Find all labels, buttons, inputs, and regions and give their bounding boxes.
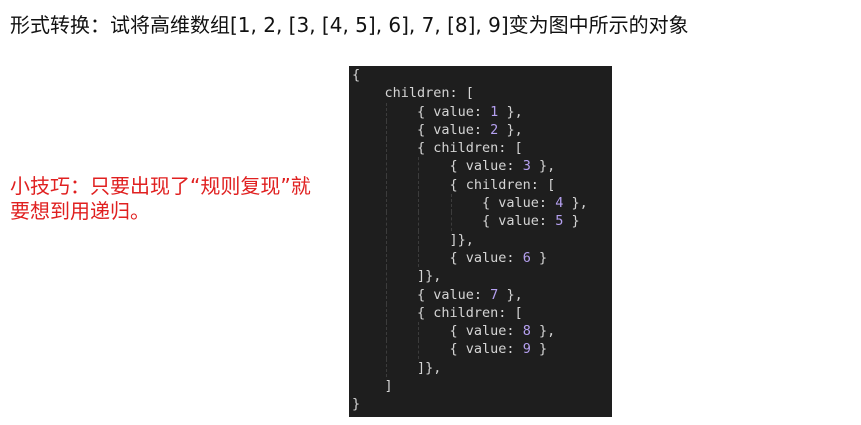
code-token: { value: (352, 103, 491, 120)
code-token: }, (498, 103, 523, 120)
code-screenshot: { children: [ { value: 1 }, { value: 2 }… (349, 66, 612, 417)
code-token: { value: (352, 121, 491, 138)
code-token: { children: [ (352, 304, 523, 321)
code-token: }, (530, 323, 556, 340)
code-line: { value: 1 }, (352, 102, 588, 121)
question-text: 形式转换：试将高维数组[1, 2, [3, [4, 5], 6], 7, [8]… (10, 13, 689, 37)
code-token: }, (530, 158, 556, 175)
code-token: ] (352, 378, 393, 395)
code-line: { value: 7 }, (352, 285, 588, 304)
code-line: ]}, (352, 230, 588, 249)
code-token: { value: (352, 286, 491, 303)
code-token: } (530, 341, 548, 358)
code-block: { children: [ { value: 1 }, { value: 2 }… (352, 66, 588, 414)
code-token: { value: (352, 341, 523, 358)
code-token: ]}, (352, 231, 474, 248)
code-line: { value: 6 } (352, 248, 588, 268)
code-token: { (352, 67, 361, 83)
code-line: { children: [ (352, 175, 588, 195)
code-line: { value: 2 }, (352, 120, 588, 140)
code-line: { (352, 66, 588, 84)
code-line: { value: 9 } (352, 340, 588, 359)
code-number: 6 (522, 249, 531, 266)
code-token: { value: (352, 249, 523, 266)
code-number: 8 (522, 323, 531, 340)
code-token: { value: (352, 195, 556, 212)
code-line: { value: 8 }, (352, 322, 588, 341)
code-number: 9 (522, 341, 531, 358)
code-token: { value: (352, 158, 523, 175)
code-line: ]}, (352, 267, 588, 286)
code-line: { value: 3 }, (352, 157, 588, 176)
code-token: ]}, (352, 268, 442, 285)
tip-text: 小技巧：只要出现了“规则复现”就要想到用递归。 (10, 174, 311, 223)
code-line: { value: 5 } (352, 212, 588, 231)
code-token: { value: (352, 213, 556, 230)
code-number: 3 (522, 158, 531, 175)
code-token: { children: [ (352, 176, 556, 193)
code-token: { value: (352, 323, 523, 340)
code-token: children: [ (352, 85, 474, 102)
code-line: { children: [ (352, 303, 588, 323)
code-token: { children: [ (352, 140, 523, 157)
code-line: ]}, (352, 358, 588, 378)
code-line: { value: 4 }, (352, 194, 588, 213)
code-token: }, (498, 286, 523, 303)
code-token: } (563, 213, 580, 230)
code-token: ]}, (352, 359, 442, 376)
code-line: ] (352, 377, 588, 395)
code-line: children: [ (352, 84, 588, 102)
code-line: { children: [ (352, 139, 588, 158)
code-token: }, (498, 121, 523, 138)
code-token: } (352, 396, 361, 413)
code-line: } (352, 395, 588, 413)
code-token: }, (563, 195, 588, 212)
code-token: } (530, 249, 548, 266)
